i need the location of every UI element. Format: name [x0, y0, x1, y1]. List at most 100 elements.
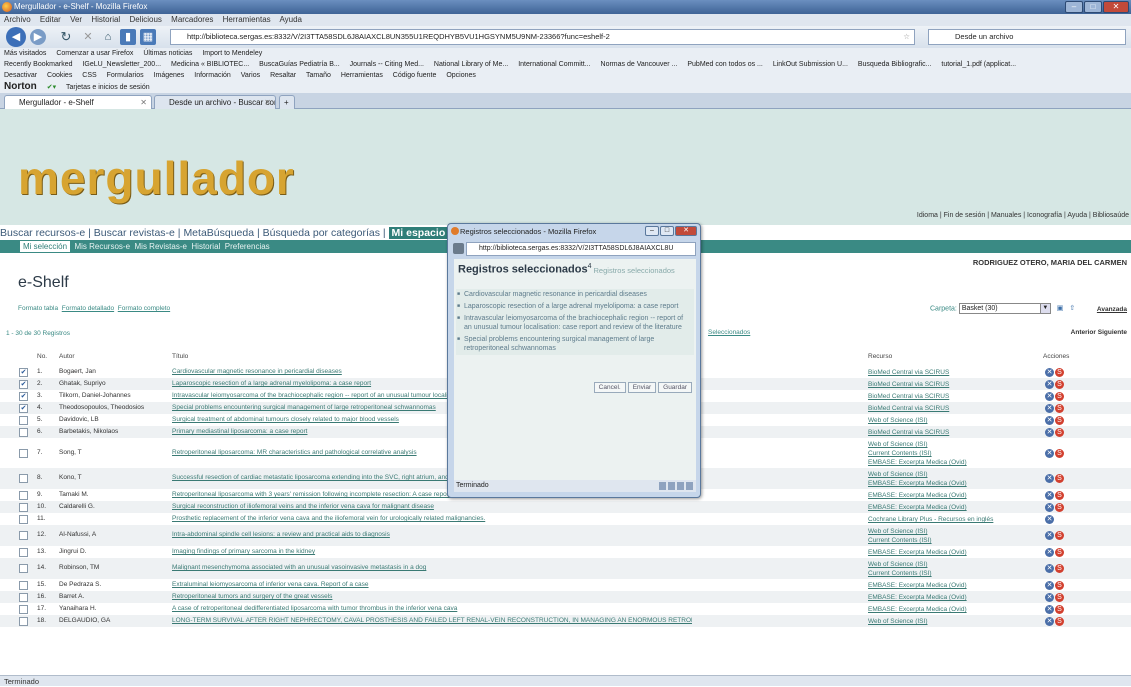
- toolbar3-item[interactable]: Imágenes: [154, 72, 185, 79]
- toolbar2-item[interactable]: PubMed con todos os ...: [687, 61, 763, 68]
- delete-icon[interactable]: ✕: [1045, 503, 1054, 512]
- row-checkbox[interactable]: ✔: [19, 380, 28, 389]
- delete-icon[interactable]: ✕: [1045, 581, 1054, 590]
- row-title-link[interactable]: Extraluminal leiomyosarcoma of inferior …: [172, 581, 692, 588]
- sfx-icon[interactable]: S: [1055, 474, 1064, 483]
- nav-busqueda-categorias[interactable]: Búsqueda por categorías: [263, 227, 380, 239]
- search-input[interactable]: Desde un archivo: [928, 29, 1126, 45]
- row-checkbox[interactable]: [19, 564, 28, 573]
- toolbar3-item[interactable]: Código fuente: [393, 72, 437, 79]
- avanzada-link[interactable]: Avanzada: [1097, 306, 1127, 313]
- resource-link[interactable]: EMBASE: Excerpta Medica (Ovid): [868, 605, 1038, 614]
- sfx-icon[interactable]: S: [1055, 564, 1064, 573]
- delete-icon[interactable]: ✕: [1045, 605, 1054, 614]
- delete-icon[interactable]: ✕: [1045, 531, 1054, 540]
- row-title-link[interactable]: A case of retroperitoneal dedifferentiat…: [172, 605, 692, 612]
- sfx-icon[interactable]: S: [1055, 503, 1064, 512]
- bookmark-mas-visitados[interactable]: Más visitados: [4, 50, 46, 57]
- row-checkbox[interactable]: [19, 503, 28, 512]
- menu-herramientas[interactable]: Herramientas: [223, 15, 271, 24]
- popup-maximize-button[interactable]: □: [660, 226, 674, 236]
- bookmark-mendeley[interactable]: Import to Mendeley: [202, 50, 262, 57]
- toolbar2-item[interactable]: Busqueda Bibliografic...: [858, 61, 932, 68]
- sfx-icon[interactable]: S: [1055, 593, 1064, 602]
- resource-link[interactable]: Cochrane Library Plus - Recursos en ingl…: [868, 515, 1038, 524]
- toolbar3-item[interactable]: Herramientas: [341, 72, 383, 79]
- back-icon[interactable]: ◀: [6, 27, 26, 47]
- row-title-link[interactable]: Intra-abdominal spindle cell lesions: a …: [172, 531, 692, 538]
- sfx-icon[interactable]: S: [1055, 368, 1064, 377]
- mendeley-icon[interactable]: ▦: [140, 29, 156, 45]
- sfx-icon[interactable]: S: [1055, 548, 1064, 557]
- row-title-link[interactable]: Malignant mesenchymoma associated with a…: [172, 564, 692, 571]
- sfx-icon[interactable]: S: [1055, 605, 1064, 614]
- toolbar2-item[interactable]: Medicina « BIBLIOTEC...: [171, 61, 249, 68]
- close-tab-icon[interactable]: ✕: [140, 96, 147, 109]
- sfx-icon[interactable]: S: [1055, 491, 1064, 500]
- resource-link[interactable]: Current Contents (ISI): [868, 449, 1038, 458]
- resource-link[interactable]: Web of Science (ISI): [868, 560, 1038, 569]
- toolbar2-item[interactable]: tutorial_1.pdf (applicat...: [941, 61, 1016, 68]
- sfx-icon[interactable]: S: [1055, 380, 1064, 389]
- subnav-preferencias[interactable]: Preferencias: [225, 242, 270, 251]
- popup-minimize-button[interactable]: –: [645, 226, 659, 236]
- top-links[interactable]: Idioma | Fin de sesión | Manuales | Icon…: [917, 212, 1129, 219]
- resource-link[interactable]: Current Contents (ISI): [868, 569, 1038, 578]
- norton-check-icon[interactable]: ✔▾: [47, 84, 56, 91]
- resource-link[interactable]: BioMed Central via SCIRUS: [868, 380, 1038, 389]
- sfx-icon[interactable]: S: [1055, 404, 1064, 413]
- format-completo-link[interactable]: Formato completo: [118, 305, 170, 312]
- row-title-link[interactable]: Imaging findings of primary sarcoma in t…: [172, 548, 692, 555]
- row-checkbox[interactable]: [19, 548, 28, 557]
- folder-select[interactable]: Basket (30) ▼: [958, 303, 1051, 314]
- format-detallado-link[interactable]: Formato detallado: [62, 305, 114, 312]
- delete-icon[interactable]: ✕: [1045, 617, 1054, 626]
- nav-mi-espacio[interactable]: Mi espacio: [388, 227, 449, 239]
- toolbar3-item[interactable]: Varios: [241, 72, 260, 79]
- resource-link[interactable]: Web of Science (ISI): [868, 617, 1038, 626]
- resource-link[interactable]: Current Contents (ISI): [868, 536, 1038, 545]
- delete-icon[interactable]: ✕: [1045, 548, 1054, 557]
- row-checkbox[interactable]: [19, 593, 28, 602]
- save-button[interactable]: Guardar: [658, 382, 692, 393]
- toolbar3-item[interactable]: Formularios: [107, 72, 144, 79]
- resource-link[interactable]: EMBASE: Excerpta Medica (Ovid): [868, 458, 1038, 467]
- sfx-icon[interactable]: S: [1055, 531, 1064, 540]
- row-title-link[interactable]: Retroperitoneal tumors and surgery of th…: [172, 593, 692, 600]
- resource-link[interactable]: EMBASE: Excerpta Medica (Ovid): [868, 503, 1038, 512]
- toolbar2-item[interactable]: Recently Bookmarked: [4, 61, 72, 68]
- site-logo[interactable]: mergullador: [18, 151, 295, 205]
- pager[interactable]: Anterior Siguiente: [1071, 329, 1127, 336]
- folder-upload-icon[interactable]: ⇧: [1069, 305, 1075, 312]
- row-checkbox[interactable]: [19, 617, 28, 626]
- resource-link[interactable]: EMBASE: Excerpta Medica (Ovid): [868, 548, 1038, 557]
- reload-icon[interactable]: ↻: [58, 29, 74, 45]
- norton-cards-button[interactable]: Tarjetas e inicios de sesión: [66, 84, 150, 91]
- delete-icon[interactable]: ✕: [1045, 564, 1054, 573]
- resource-link[interactable]: BioMed Central via SCIRUS: [868, 392, 1038, 401]
- row-checkbox[interactable]: ✔: [19, 404, 28, 413]
- row-checkbox[interactable]: [19, 605, 28, 614]
- forward-icon[interactable]: ▶: [30, 29, 46, 45]
- toolbar3-item[interactable]: Opciones: [446, 72, 476, 79]
- resource-link[interactable]: EMBASE: Excerpta Medica (Ovid): [868, 593, 1038, 602]
- subnav-mis-recursos[interactable]: Mis Recursos-e: [74, 242, 130, 251]
- menu-historial[interactable]: Historial: [91, 15, 120, 24]
- menu-ayuda[interactable]: Ayuda: [279, 15, 302, 24]
- toolbar3-item[interactable]: Cookies: [47, 72, 72, 79]
- nav-buscar-recursos[interactable]: Buscar recursos-e: [0, 227, 85, 239]
- close-tab-icon[interactable]: ✕: [264, 96, 271, 109]
- subnav-historial[interactable]: Historial: [191, 242, 220, 251]
- toolbar2-item[interactable]: LinkOut Submission U...: [773, 61, 848, 68]
- delete-icon[interactable]: ✕: [1045, 449, 1054, 458]
- resource-link[interactable]: EMBASE: Excerpta Medica (Ovid): [868, 581, 1038, 590]
- menu-archivo[interactable]: Archivo: [4, 15, 31, 24]
- delete-icon[interactable]: ✕: [1045, 474, 1054, 483]
- row-checkbox[interactable]: [19, 449, 28, 458]
- delete-icon[interactable]: ✕: [1045, 428, 1054, 437]
- toolbar2-item[interactable]: Journals -- Citing Med...: [350, 61, 424, 68]
- row-checkbox[interactable]: [19, 515, 28, 524]
- nav-metabusqueda[interactable]: MetaBúsqueda: [183, 227, 254, 239]
- toolbar3-item[interactable]: CSS: [82, 72, 96, 79]
- sfx-icon[interactable]: S: [1055, 617, 1064, 626]
